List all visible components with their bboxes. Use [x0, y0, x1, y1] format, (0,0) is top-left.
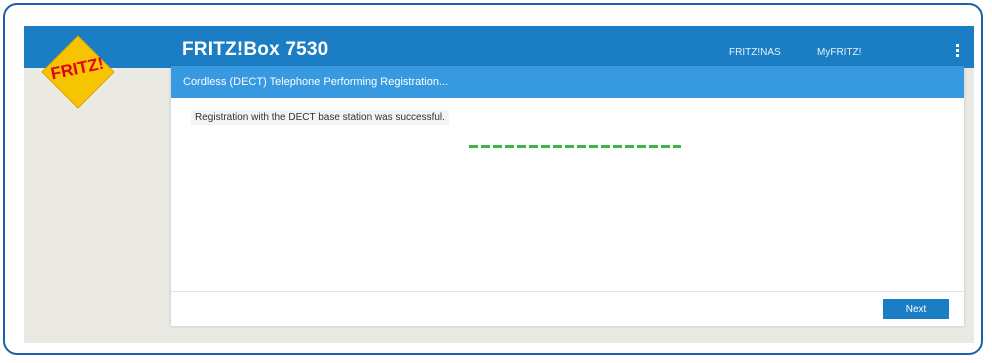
screenshot-frame: FRITZ! FRITZ!Box 7530 FRITZ!NAS MyFRITZ!… [3, 3, 983, 355]
status-message: Registration with the DECT base station … [191, 110, 449, 125]
next-button[interactable]: Next [883, 299, 949, 319]
panel-footer: Next [171, 291, 964, 326]
fritzbox-ui: FRITZ! FRITZ!Box 7530 FRITZ!NAS MyFRITZ!… [24, 26, 974, 343]
panel-header: Cordless (DECT) Telephone Performing Reg… [171, 66, 964, 98]
page-title: FRITZ!Box 7530 [182, 39, 329, 60]
panel-title: Cordless (DECT) Telephone Performing Reg… [183, 76, 449, 88]
kebab-menu-icon[interactable] [953, 44, 961, 58]
nav-link-myfritz[interactable]: MyFRITZ! [817, 47, 861, 58]
fritz-logo[interactable]: FRITZ! [40, 34, 116, 110]
nav-link-fritz-nas[interactable]: FRITZ!NAS [729, 47, 781, 58]
progress-bar [469, 145, 681, 148]
registration-panel: Cordless (DECT) Telephone Performing Reg… [171, 66, 964, 326]
